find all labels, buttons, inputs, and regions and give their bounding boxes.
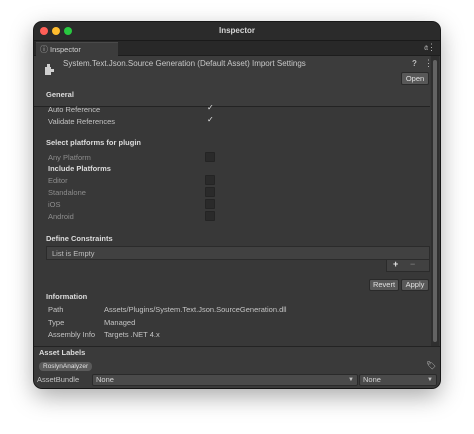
inspector-window: Inspector ⓘ Inspector 𝔞 ⋮ System.Text.Js… <box>34 22 440 388</box>
remove-constraint-icon[interactable]: − <box>410 259 415 269</box>
platform-label-editor: Editor <box>48 176 68 185</box>
tab-inspector[interactable]: ⓘ Inspector <box>36 42 118 56</box>
platform-label-ios: iOS <box>48 200 61 209</box>
chevron-down-icon: ▼ <box>427 377 433 383</box>
platform-label-android: Android <box>48 212 74 221</box>
list-empty-text: List is Empty <box>52 249 95 258</box>
chevron-down-icon: ▼ <box>348 377 354 383</box>
asset-bundle-dropdown[interactable]: None ▼ <box>92 374 358 386</box>
constraints-list-footer: + − <box>386 259 430 272</box>
apply-button[interactable]: Apply <box>401 279 429 291</box>
plugin-file-icon <box>45 64 54 75</box>
validate-references-label: Validate References <box>48 117 115 126</box>
more-options-icon[interactable]: ⋮ <box>427 42 436 53</box>
platform-checkbox-android[interactable] <box>205 211 215 221</box>
info-key-assembly: Assembly Info <box>48 330 96 339</box>
info-key-path: Path <box>48 305 64 314</box>
asset-bundle-variant-value: None <box>363 375 381 384</box>
asset-title: System.Text.Json.Source Generation (Defa… <box>63 59 306 68</box>
asset-labels-panel: Asset Labels RoslynAnalyzer 🏷 AssetBundl… <box>34 346 440 388</box>
info-icon: ⓘ <box>40 45 48 54</box>
general-heading: General <box>46 90 74 99</box>
define-constraints-heading: Define Constraints <box>46 234 113 243</box>
platform-label-standalone: Standalone <box>48 188 86 197</box>
info-value-type: Managed <box>104 318 136 327</box>
information-heading: Information <box>46 292 88 301</box>
auto-reference-checkbox[interactable]: ✓ <box>207 103 214 112</box>
any-platform-checkbox[interactable] <box>205 152 215 162</box>
help-icon[interactable]: ? <box>412 59 417 68</box>
asset-bundle-label: AssetBundle <box>37 375 80 384</box>
asset-label-chip[interactable]: RoslynAnalyzer <box>39 362 93 371</box>
asset-header: System.Text.Json.Source Generation (Defa… <box>34 56 433 107</box>
scrollbar-thumb[interactable] <box>433 60 437 342</box>
asset-labels-heading: Asset Labels <box>39 348 86 357</box>
any-platform-label: Any Platform <box>48 153 91 162</box>
info-key-type: Type <box>48 318 65 327</box>
platform-checkbox-standalone[interactable] <box>205 187 215 197</box>
platform-checkbox-ios[interactable] <box>205 199 215 209</box>
tab-bar: ⓘ Inspector 𝔞 ⋮ <box>34 41 440 56</box>
add-constraint-icon[interactable]: + <box>393 259 398 269</box>
asset-bundle-value: None <box>96 375 114 384</box>
title-bar: Inspector <box>34 22 440 41</box>
validate-references-checkbox[interactable]: ✓ <box>207 115 214 124</box>
auto-reference-label: Auto Reference <box>48 105 101 114</box>
info-value-path: Assets/Plugins/System.Text.Json.SourceGe… <box>104 305 287 314</box>
revert-button[interactable]: Revert <box>369 279 399 291</box>
platform-checkbox-editor[interactable] <box>205 175 215 185</box>
include-platforms-heading: Include Platforms <box>48 164 111 173</box>
platforms-heading: Select platforms for plugin <box>46 138 142 147</box>
tag-icon[interactable]: 🏷 <box>426 361 436 370</box>
open-button[interactable]: Open <box>401 72 429 85</box>
constraints-list: List is Empty <box>46 246 430 260</box>
vertical-scrollbar[interactable] <box>431 56 439 346</box>
window-title: Inspector <box>218 26 255 35</box>
info-value-assembly: Targets .NET 4.x <box>104 330 160 339</box>
asset-bundle-variant-dropdown[interactable]: None ▼ <box>359 374 437 386</box>
tab-label: Inspector <box>50 45 81 54</box>
